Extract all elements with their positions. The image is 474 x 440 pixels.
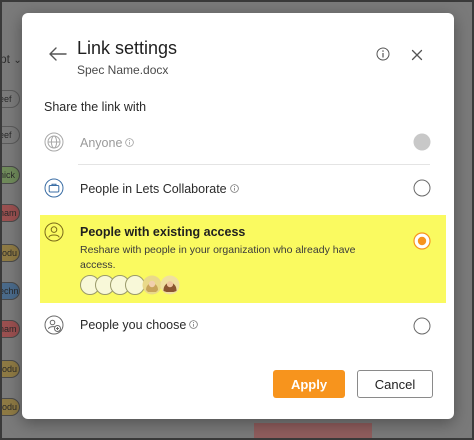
back-arrow-icon <box>49 47 67 61</box>
option-people-with-existing-access[interactable]: People with existing access Reshare with… <box>40 215 446 303</box>
info-button[interactable] <box>376 47 390 61</box>
apply-button[interactable]: Apply <box>273 370 345 398</box>
person-icon <box>44 222 64 242</box>
background-pill: rodu <box>0 398 20 416</box>
people-add-icon <box>44 315 64 335</box>
link-settings-dialog: Link settings Spec Name.docx Share the l… <box>22 13 454 419</box>
info-icon <box>189 320 199 329</box>
divider <box>78 164 430 165</box>
close-icon <box>411 49 423 61</box>
background-pill: rodu <box>0 360 20 378</box>
background-pill: eef <box>0 126 20 144</box>
cancel-button[interactable]: Cancel <box>357 370 433 398</box>
info-icon <box>376 47 390 61</box>
background-pill: echn <box>0 282 20 300</box>
option-description: Reshare with people in your organization… <box>80 244 356 271</box>
option-people-in-org[interactable]: People in Lets Collaborate <box>38 177 444 207</box>
close-button[interactable] <box>411 48 423 61</box>
dialog-title: Link settings <box>77 38 178 58</box>
background-pill: nick <box>0 166 20 184</box>
file-name: Spec Name.docx <box>77 63 169 77</box>
avatar-photo <box>142 275 162 295</box>
background-dropdown-fragment: pt ⌄ <box>0 52 22 66</box>
option-people-you-choose-label: People you choose <box>80 318 199 332</box>
option-anyone-label: Anyone <box>80 136 135 150</box>
option-anyone: Anyone <box>38 131 444 161</box>
background-pill: eef <box>0 90 20 108</box>
radio-people-with-existing-access-selected[interactable] <box>413 232 431 250</box>
radio-anyone-disabled <box>413 133 431 151</box>
briefcase-icon <box>44 178 64 198</box>
radio-people-you-choose[interactable] <box>413 317 431 335</box>
back-button[interactable] <box>48 46 68 62</box>
background-pill: nam <box>0 320 20 338</box>
globe-icon <box>44 132 64 152</box>
avatar-photo <box>160 275 180 295</box>
radio-people-in-org[interactable] <box>413 179 431 197</box>
option-people-in-org-label: People in Lets Collaborate <box>80 182 239 196</box>
option-people-you-choose[interactable]: People you choose <box>38 313 444 343</box>
background-strip <box>254 423 372 440</box>
info-icon <box>229 184 239 193</box>
background-pill: nam <box>0 204 20 222</box>
info-icon <box>125 138 135 147</box>
share-link-with-label: Share the link with <box>44 100 147 114</box>
option-people-with-existing-access-label: People with existing access <box>80 225 246 239</box>
background-pill: rodu <box>0 244 20 262</box>
